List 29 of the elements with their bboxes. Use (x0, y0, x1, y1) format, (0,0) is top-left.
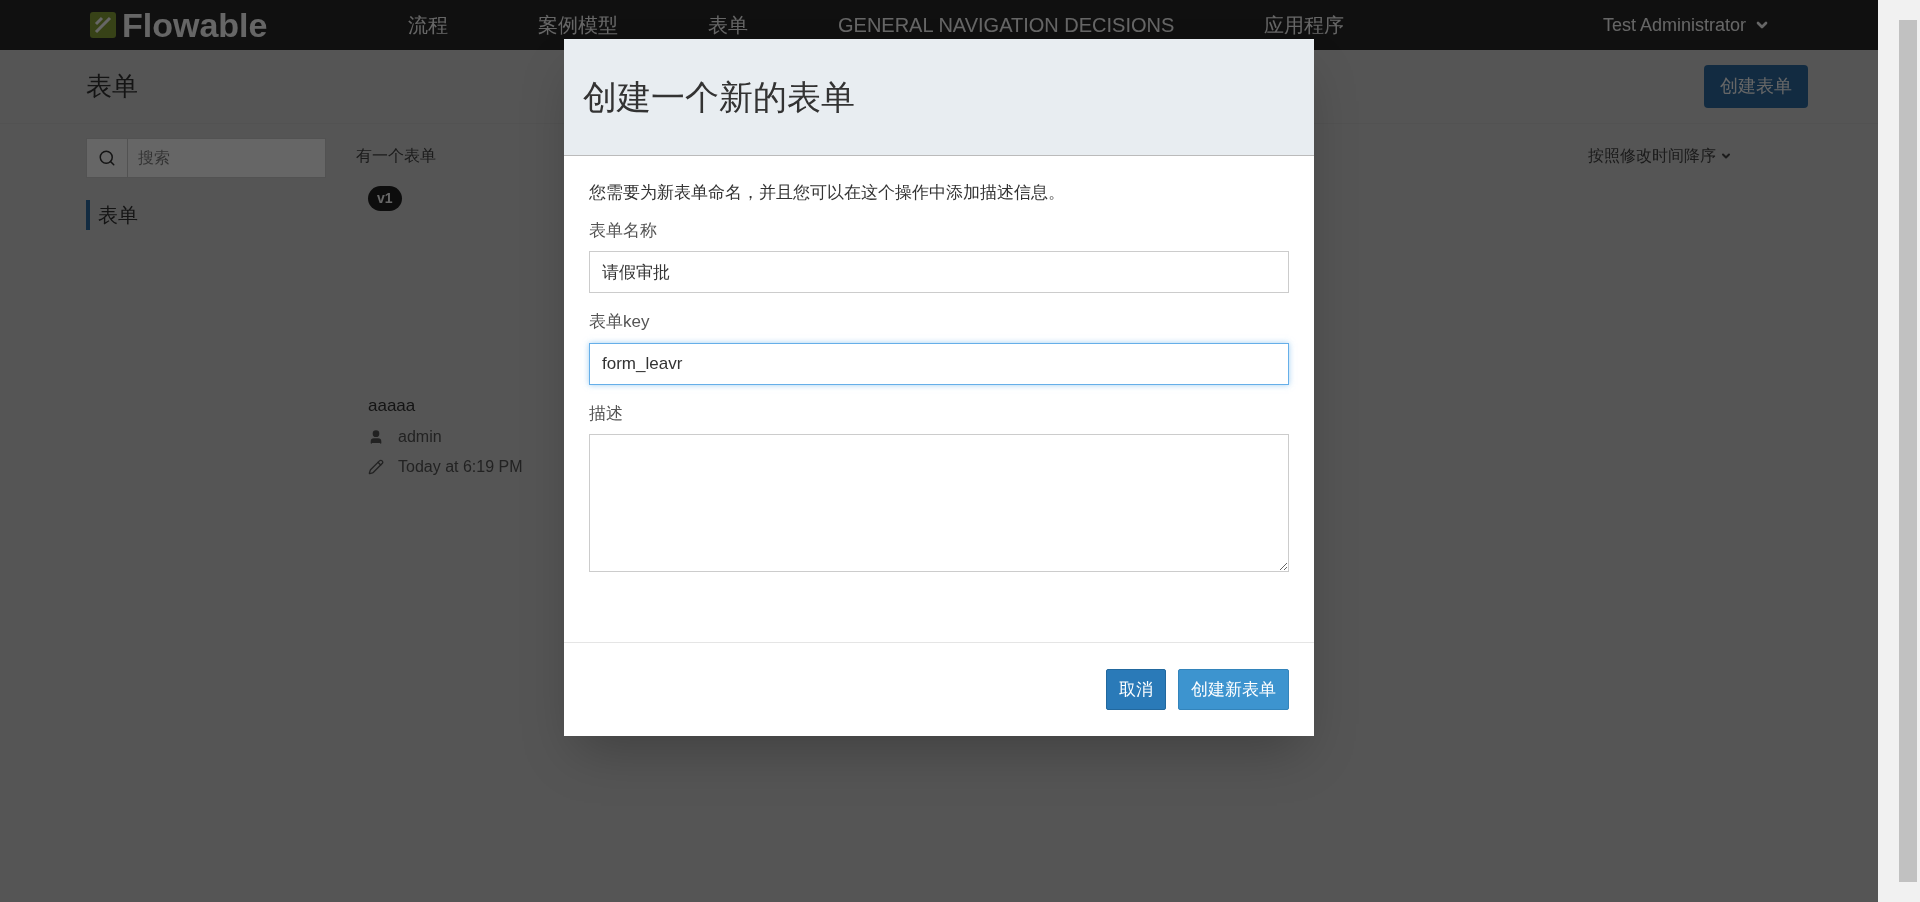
field-label: 描述 (589, 402, 624, 425)
scrollbar-thumb[interactable] (1899, 20, 1917, 882)
sidebar-item[interactable]: 表单 (86, 200, 326, 230)
scrollbar[interactable] (1878, 0, 1920, 902)
logo-icon (88, 10, 118, 40)
nav-link[interactable]: 表单 (708, 10, 748, 40)
nav-link[interactable]: GENERAL NAVIGATION DECISIONS (838, 10, 1175, 40)
nav-link[interactable]: 应用程序 (1264, 10, 1345, 40)
description-field[interactable] (589, 434, 1289, 572)
modal-button[interactable]: 取消 (1106, 669, 1166, 710)
field-label: 表单名称 (589, 219, 658, 242)
modal-title: 创建一个新的表单 (583, 76, 855, 118)
modal-intro: 您需要为新表单命名，并且您可以在这个操作中添加描述信息。 (589, 182, 1066, 204)
user-menu[interactable]: Test Administrator (1602, 11, 1770, 39)
nav-link[interactable]: 案例模型 (538, 10, 618, 40)
form-name: aaaaa (368, 395, 416, 417)
search-icon (98, 149, 116, 167)
logo-text: Flowable (122, 8, 268, 42)
text-field[interactable]: form_leavr (589, 342, 1289, 385)
version-badge: v1 (368, 186, 402, 211)
modal-button[interactable]: 创建新表单 (1178, 669, 1289, 710)
page-title: 表单 (86, 70, 138, 103)
create-form-button[interactable]: 创建表单 (1704, 65, 1808, 108)
user-icon (368, 428, 384, 445)
pencil-icon (368, 458, 384, 475)
text-field[interactable]: 请假审批 (589, 251, 1289, 293)
field-label: 表单key (589, 311, 651, 333)
sort-dropdown[interactable]: 按照修改时间降序 (1588, 144, 1732, 168)
nav-link[interactable]: 流程 (408, 10, 448, 40)
